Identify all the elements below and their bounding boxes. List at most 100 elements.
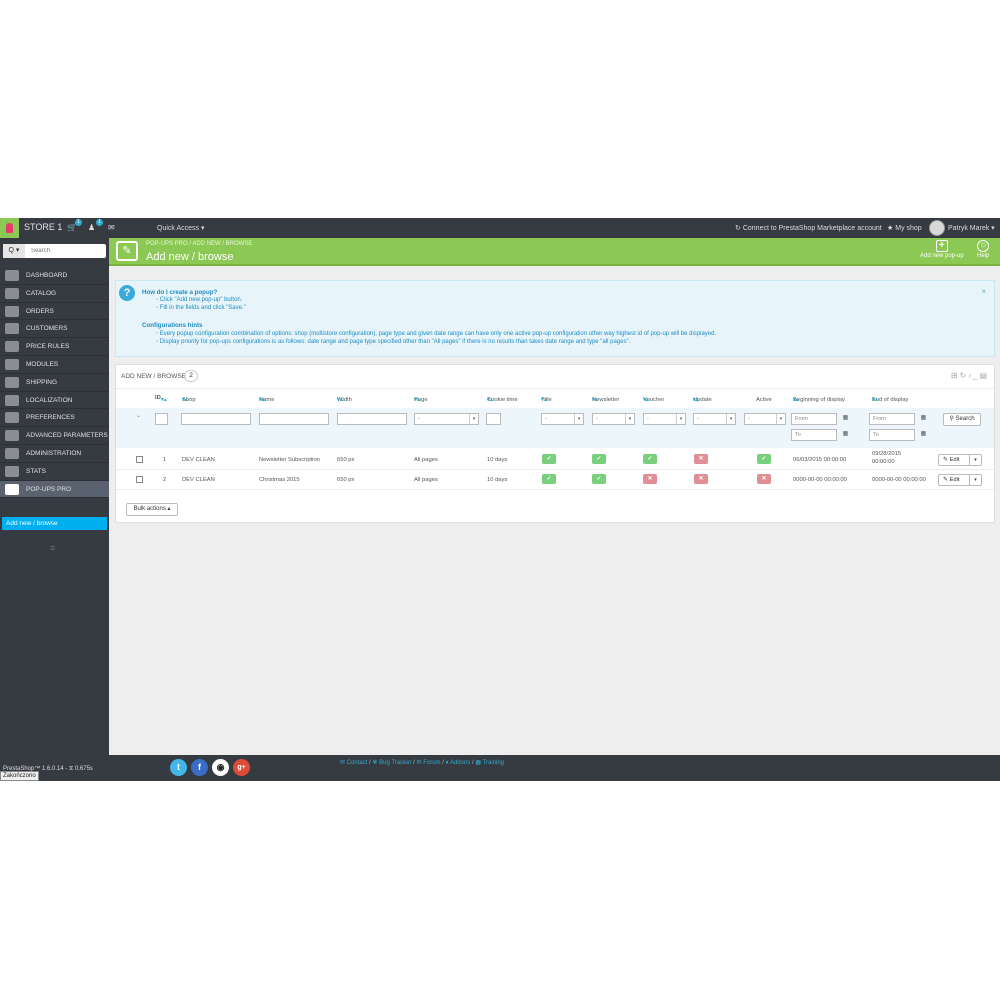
filter-width-field[interactable] [337, 413, 407, 425]
filter-end-from-field[interactable]: From [869, 413, 915, 425]
row-checkbox[interactable] [136, 476, 143, 483]
sort-icon[interactable]: ▾▴ [259, 397, 265, 403]
newsletter-status-enabled-icon[interactable]: ✓ [592, 474, 606, 484]
envelope-icon[interactable]: ✉ [108, 223, 115, 232]
sidebar-item-price-rules[interactable]: PRICE RULES [0, 338, 109, 356]
filter-name-field[interactable] [259, 413, 329, 425]
users-icon [5, 323, 19, 335]
active-status-enabled-icon[interactable]: ✓ [757, 454, 771, 464]
search-button[interactable]: ⚲ Search [943, 413, 981, 426]
filter-page-select[interactable]: - ▾ [414, 413, 479, 425]
training-link[interactable]: ▦ Training [475, 760, 504, 766]
sidebar-item-orders[interactable]: ORDERS [0, 303, 109, 321]
sidebar-item-administration[interactable]: ADMINISTRATION [0, 445, 109, 463]
bulk-actions-button[interactable]: Bulk actions ▴ [126, 503, 178, 516]
sort-icon[interactable]: ▾▴ [337, 397, 343, 403]
help-button[interactable]: ○ Help [977, 240, 989, 259]
calendar-icon[interactable]: ▦ [841, 430, 850, 440]
filter-newsletter-select[interactable]: - ▾ [592, 413, 635, 425]
filter-begin-to-field[interactable]: To [791, 429, 837, 441]
sort-icon[interactable]: ▾▴ [693, 397, 699, 403]
add-new-popup-button[interactable]: + Add new pop-up [920, 240, 964, 259]
chevron-down-icon[interactable]: ▾ [969, 475, 981, 485]
row-checkbox[interactable] [136, 456, 143, 463]
store-name[interactable]: STORE 1 [24, 222, 62, 232]
add-new-popup-label: Add new pop-up [920, 253, 964, 259]
menu-collapse-icon[interactable]: ≡ [50, 543, 55, 553]
chevron-down-icon[interactable]: ▾ [969, 455, 981, 465]
update-status-disabled-icon[interactable]: ✕ [694, 474, 708, 484]
edit-button[interactable]: ✎ Edit [943, 457, 959, 463]
update-status-disabled-icon[interactable]: ✕ [694, 454, 708, 464]
add-icon[interactable]: ⊞ [951, 371, 960, 380]
sidebar-item-modules[interactable]: MODULES [0, 356, 109, 374]
breadcrumb[interactable]: POP-UPS PRO / ADD NEW / BROWSE [146, 241, 252, 247]
filter-toggle-icon[interactable]: ⌄ [136, 412, 141, 419]
submenu-add-new-browse[interactable]: Add new / browse [2, 517, 107, 530]
sort-icon[interactable]: ▾▴ [872, 397, 878, 403]
sidebar-item-preferences[interactable]: PREFERENCES [0, 409, 109, 428]
addons-link[interactable]: ♦ Addons [446, 760, 471, 766]
refresh-icon[interactable]: ↻ [960, 371, 969, 380]
avatar[interactable] [929, 220, 945, 236]
filter-active-select[interactable]: - ▾ [744, 413, 786, 425]
sort-icon[interactable]: ▾▴ [161, 397, 167, 403]
title-status-enabled-icon[interactable]: ✓ [542, 474, 556, 484]
sort-icon[interactable]: ▾▴ [182, 397, 188, 403]
forum-link[interactable]: ✉ Forum [416, 760, 440, 766]
edit-button[interactable]: ✎ Edit [943, 477, 959, 483]
cell-shop: DEV CLEAN [182, 457, 215, 463]
sidebar-item-dashboard[interactable]: DASHBOARD [0, 267, 109, 285]
newsletter-status-enabled-icon[interactable]: ✓ [592, 454, 606, 464]
sidebar-item-label: PREFERENCES [26, 414, 75, 422]
column-id[interactable]: ID ▾▴ [155, 395, 167, 403]
search-input[interactable] [26, 244, 106, 258]
user-icon[interactable]: ♟ [88, 223, 95, 232]
sidebar-item-localization[interactable]: LOCALIZATION [0, 392, 109, 410]
calendar-icon[interactable]: ▦ [841, 414, 850, 424]
voucher-status-enabled-icon[interactable]: ✓ [643, 454, 657, 464]
sort-icon[interactable]: ▾▴ [643, 397, 649, 403]
sidebar-item-customers[interactable]: CUSTOMERS [0, 320, 109, 339]
filter-begin-from-field[interactable]: From [791, 413, 837, 425]
sidebar: Q ▾ DASHBOARD CATALOG ORDERS CUSTOMERS P… [0, 238, 109, 755]
sort-icon[interactable]: ▾▴ [793, 397, 799, 403]
sidebar-item-advanced-parameters[interactable]: ADVANCED PARAMETERS [0, 427, 109, 445]
sidebar-item-catalog[interactable]: CATALOG [0, 285, 109, 303]
filter-update-select[interactable]: - ▾ [693, 413, 736, 425]
github-icon[interactable]: ◉ [212, 759, 229, 776]
prestashop-logo[interactable] [0, 218, 19, 238]
filter-title-select[interactable]: - ▾ [541, 413, 584, 425]
twitter-icon[interactable]: t [170, 759, 187, 776]
filter-cookie-field[interactable] [486, 413, 501, 425]
sort-icon[interactable]: ▾▴ [487, 397, 493, 403]
active-status-disabled-icon[interactable]: ✕ [757, 474, 771, 484]
search-type-button[interactable]: Q ▾ [3, 244, 25, 258]
sidebar-item-pop-ups-pro[interactable]: POP-UPS PRO [0, 480, 109, 499]
filter-shop-field[interactable] [181, 413, 251, 425]
filter-id-field[interactable] [155, 413, 168, 425]
connect-marketplace-link[interactable]: ↻ Connect to PrestaShop Marketplace acco… [735, 224, 882, 232]
filter-end-to-field[interactable]: To [869, 429, 915, 441]
my-shop-link[interactable]: ★ My shop [887, 224, 922, 232]
contact-link[interactable]: ✉ Contact [340, 760, 367, 766]
sidebar-item-shipping[interactable]: SHIPPING [0, 374, 109, 392]
google-plus-icon[interactable]: g+ [233, 759, 250, 776]
sort-icon[interactable]: ▾▴ [592, 397, 598, 403]
calendar-icon[interactable]: ▦ [919, 414, 928, 424]
sort-icon[interactable]: ▾▴ [414, 397, 420, 403]
calendar-icon[interactable]: ▦ [919, 430, 928, 440]
database-icon[interactable]: ▤ [979, 371, 989, 380]
facebook-icon[interactable]: f [191, 759, 208, 776]
title-status-enabled-icon[interactable]: ✓ [542, 454, 556, 464]
user-menu[interactable]: Patryk Marek ▾ [948, 224, 995, 232]
sidebar-item-stats[interactable]: STATS [0, 463, 109, 481]
filter-voucher-select[interactable]: - ▾ [643, 413, 686, 425]
sql-icon[interactable]: ›_ [968, 371, 979, 380]
voucher-status-disabled-icon[interactable]: ✕ [643, 474, 657, 484]
sort-icon[interactable]: ▾▴ [541, 397, 547, 403]
quick-access-menu[interactable]: Quick Access ▾ [157, 224, 204, 232]
bug-tracker-link[interactable]: ❋ Bug Tracker [372, 760, 411, 766]
close-icon[interactable]: × [981, 287, 986, 296]
cell-cookie: 10 days [487, 457, 508, 463]
